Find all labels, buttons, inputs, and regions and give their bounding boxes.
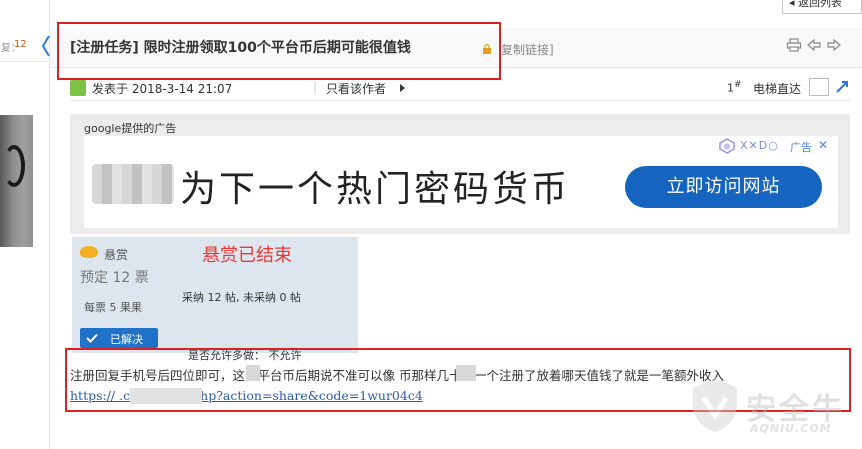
- meta-separator: |: [313, 80, 318, 94]
- bounty-stats: 采纳 12 帖, 未采纳 0 帖: [182, 291, 301, 304]
- ad-visit-site-button[interactable]: 立即访问网站: [625, 166, 822, 208]
- ad-choices-icon: [719, 138, 735, 154]
- post-redaction-a: [246, 365, 260, 381]
- caret-right-icon: [400, 84, 405, 92]
- meta-divider: [70, 100, 850, 101]
- elevator-label: 电梯直达: [753, 82, 802, 96]
- bounty-per-vote: 每票 5 果果: [84, 301, 142, 314]
- check-icon: [86, 333, 98, 343]
- avatar[interactable]: [0, 115, 33, 247]
- left-sidebar: 复： 12: [0, 0, 50, 449]
- solved-label: 已解决: [110, 333, 143, 346]
- post-meta-row: 发表于 2018-3-14 21:07 | 只看该作者 1# 电梯直达: [70, 78, 862, 98]
- ad-label: 广告: [790, 141, 812, 154]
- print-icon[interactable]: [786, 38, 802, 52]
- floor-number: 1#: [727, 80, 742, 95]
- title-highlight-box: [57, 22, 501, 80]
- ad-choices[interactable]: X✕D○ 广告 ✕: [718, 138, 838, 154]
- back-to-list-button[interactable]: ◂ 返回列表: [782, 0, 862, 14]
- elevator-floor-input[interactable]: [809, 78, 829, 96]
- bounty-predict: 预定 12 票: [80, 270, 149, 286]
- share-link[interactable]: https:// .com/index.php?action=share&cod…: [70, 388, 423, 403]
- only-author-link[interactable]: 只看该作者: [326, 80, 386, 97]
- post-body-text: 注册回复手机号后四位即可，这个平台币后期说不准可以像 币那样几十块一个注册了放着…: [70, 368, 724, 383]
- next-thread-icon[interactable]: [826, 38, 842, 52]
- online-user-icon: [70, 80, 86, 96]
- elevator-go-icon[interactable]: [834, 79, 850, 95]
- floor-mark: #: [734, 80, 742, 90]
- gold-ingot-icon: [80, 246, 98, 258]
- ad-choices-text: X✕D○: [740, 139, 779, 152]
- floor-value: 1: [727, 81, 734, 95]
- watermark-sub: AQNIU.COM: [750, 422, 832, 435]
- bounty-status: 悬赏已结束: [202, 245, 292, 266]
- link-redaction: [130, 388, 202, 404]
- google-ad: google提供的广告 为下一个热门密码货币 立即访问网站 X✕D○ 广告 ✕: [70, 114, 850, 234]
- solved-badge: 已解决: [80, 328, 158, 348]
- ad-banner[interactable]: 为下一个热门密码货币 立即访问网站 X✕D○ 广告 ✕: [84, 136, 838, 228]
- shield-logo-icon: [693, 378, 737, 432]
- ad-blurred-logo: [92, 164, 174, 204]
- copy-link[interactable]: 复制链接]: [501, 41, 554, 58]
- reply-count-value: 12: [14, 39, 27, 50]
- bounty-card: 悬赏 预定 12 票 每票 5 果果 已解决 悬赏已结束 采纳 12 帖, 未采…: [72, 237, 358, 362]
- ad-provider-label: google提供的广告: [84, 122, 177, 135]
- posted-at: 发表于 2018-3-14 21:07: [92, 82, 233, 96]
- ad-close-icon[interactable]: ✕: [818, 138, 828, 152]
- prev-thread-icon[interactable]: [806, 38, 822, 52]
- ad-headline[interactable]: 为下一个热门密码货币: [180, 160, 570, 212]
- bounty-heading: 悬赏: [104, 248, 129, 262]
- watermark: 安全牛 AQNIU.COM: [690, 376, 860, 446]
- avatar-figure: [3, 145, 25, 187]
- post-redaction-b: [456, 365, 476, 381]
